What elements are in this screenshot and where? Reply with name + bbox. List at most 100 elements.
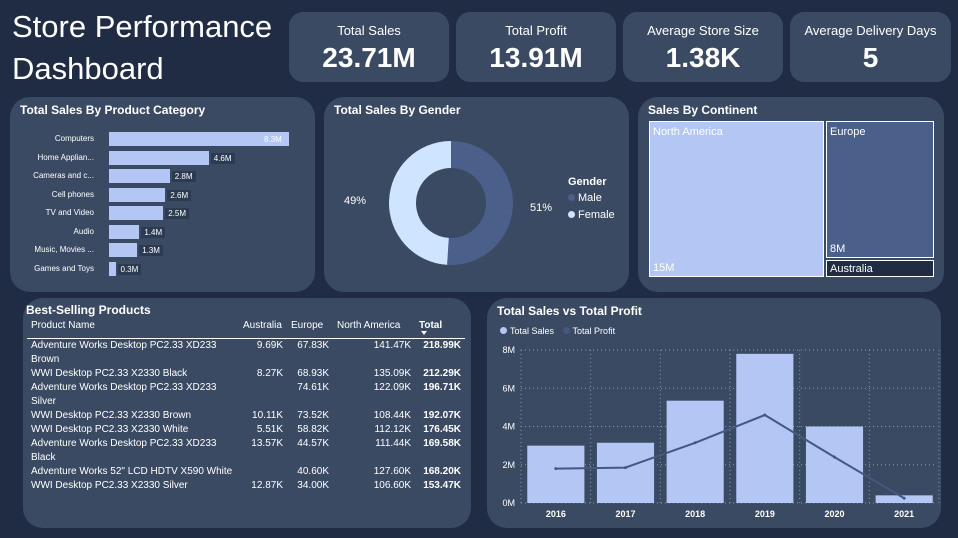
category-bar-chart: Computers 8.3M Home Applian... 4.6M Cameras … [10,131,315,281]
category-label: Cell phones [51,189,94,199]
table-cell: 196.71K [423,382,461,393]
continent-sales-card[interactable]: Sales By Continent North America 15M Eur… [638,97,944,292]
bar-row[interactable]: Music, Movies ... 1.3M [10,242,310,258]
treemap-tile-europe[interactable]: Europe 8M [826,121,934,258]
category-label: Cameras and c... [33,171,94,180]
table-cell: 176.45K [423,424,461,435]
bar-row[interactable]: Games and Toys 0.3M [10,261,310,277]
legend-item-female[interactable]: Female [568,209,615,221]
legend-title: Gender [568,176,607,188]
kpi-total-profit[interactable]: Total Profit 13.91M [456,12,616,82]
legend-item-male[interactable]: Male [568,192,615,204]
table-header-row: Product Name Australia Europe North Amer… [27,320,465,339]
table-cell: Adventure Works Desktop PC2.33 XD233 Bro… [31,340,217,365]
sales-bar[interactable] [527,445,585,503]
data-label: 2.8M [171,171,196,182]
bar[interactable] [109,169,170,183]
profit-point[interactable] [554,467,558,471]
bar[interactable] [109,187,166,202]
profit-point[interactable] [624,466,627,470]
table-cell: WWI Desktop PC2.33 X2330 White [31,424,189,435]
data-label: 1.4M [141,226,166,238]
table-cell: 122.09K [373,382,411,393]
card-title: Total Sales By Product Category [20,103,206,117]
table-row[interactable]: Adventure Works Desktop PC2.33 XD233 Bro… [27,339,465,368]
tile-label: North America [653,126,723,138]
column-header[interactable]: Europe [287,320,333,339]
profit-point[interactable] [763,413,767,417]
sales-profit-combo-chart: 0M 2M 4M 6M 8M 2016 2017 2018 2019 2020 2021 [502,345,940,519]
best-selling-products-card[interactable]: Best-Selling Products Product Name Austr… [23,298,471,528]
bar[interactable] [109,261,116,276]
data-label: 1.3M [139,245,163,256]
table-row[interactable]: WWI Desktop PC2.33 X2330 White 5.51K 58.82… [27,423,465,437]
table-cell: 5.51K [256,424,283,435]
category-label: TV and Video [45,208,94,217]
bar[interactable] [109,243,138,257]
tile-value: 15M [653,262,675,274]
sales-bar[interactable] [805,426,864,504]
table-cell: 106.60K [373,480,411,491]
x-tick-label: 2016 [546,509,566,519]
table-cell: 168.20K [423,466,461,477]
kpi-total-sales[interactable]: Total Sales 23.71M [289,12,449,82]
bar-row[interactable]: Audio 1.4M [10,224,310,240]
table-row[interactable]: Adventure Works Desktop PC2.33 XD233 Sil… [27,381,465,409]
column-header[interactable]: Australia [239,320,287,339]
bar-row[interactable]: TV and Video 2.5M [10,205,310,221]
bar[interactable] [109,150,209,165]
table-row[interactable]: WWI Desktop PC2.33 X2330 Black 8.27K 68.93… [27,367,465,381]
gender-sales-card[interactable]: Total Sales By Gender 49% 51% Gender Mal… [324,97,629,292]
column-header[interactable]: Product Name [27,320,239,339]
column-header[interactable]: North America [333,320,415,339]
table-row[interactable]: Adventure Works 52" LCD HDTV X590 White 4… [27,465,465,479]
donut-slice-male[interactable] [447,141,514,265]
sales-bar[interactable] [666,400,724,503]
profit-point[interactable] [693,441,697,445]
bar-row[interactable]: Cell phones 2.6M [10,187,310,203]
bar-row[interactable]: Home Applian... 4.6M [10,150,310,166]
category-label: Audio [73,226,94,236]
table-cell: 9.69K [256,340,283,351]
sales-bar[interactable] [596,442,655,503]
data-label: 2.5M [165,208,189,219]
category-sales-card[interactable]: Total Sales By Product Category Computer… [10,97,315,292]
kpi-average-delivery-days[interactable]: Average Delivery Days 5 [790,12,951,82]
tile-label: Europe [830,126,866,138]
treemap-tile-north-america[interactable]: North America 15M [649,121,824,277]
sales-bar[interactable] [736,353,794,503]
table-row[interactable]: WWI Desktop PC2.33 X2330 Brown 10.11K 73.5… [27,409,465,423]
data-label: 2.6M [167,189,192,201]
category-label: Games and Toys [34,263,94,273]
column-header-total[interactable]: Total [415,320,465,339]
sort-desc-icon [421,331,427,335]
kpi-label: Average Store Size [647,23,759,38]
bar[interactable] [109,206,164,220]
sales-vs-profit-card[interactable]: Total Sales vs Total Profit Total Sales … [487,298,941,528]
table-row[interactable]: Adventure Works Desktop PC2.33 XD233 Bla… [27,437,465,465]
y-tick-label: 0M [502,498,515,508]
y-tick-label: 8M [502,345,515,355]
table-cell: 108.44K [373,410,411,421]
legend-dot-icon [568,211,575,218]
category-label: Music, Movies ... [34,245,94,254]
donut-slice-female[interactable] [389,141,451,265]
table-cell: 212.29K [423,368,461,379]
bar-row[interactable]: Cameras and c... 2.8M [10,168,310,184]
category-label: Computers [54,134,94,143]
treemap-tile-australia[interactable]: Australia [826,260,934,277]
kpi-value: 13.91M [489,42,583,73]
profit-point[interactable] [902,496,906,500]
legend-label: Female [578,209,615,221]
page-title: Store Performance Dashboard [12,9,273,86]
bar-row[interactable]: Computers 8.3M [10,131,310,147]
table-row[interactable]: WWI Desktop PC2.33 X2330 Silver 12.87K 34.… [27,479,465,493]
y-tick-label: 2M [502,460,515,470]
x-tick-label: 2020 [824,509,844,519]
table-cell: 12.87K [251,480,283,491]
profit-point[interactable] [833,455,836,459]
kpi-average-store-size[interactable]: Average Store Size 1.38K [623,12,783,82]
bar[interactable] [109,224,140,239]
data-label: 4.6M [210,152,235,164]
table-cell: 13.57K [251,438,283,449]
